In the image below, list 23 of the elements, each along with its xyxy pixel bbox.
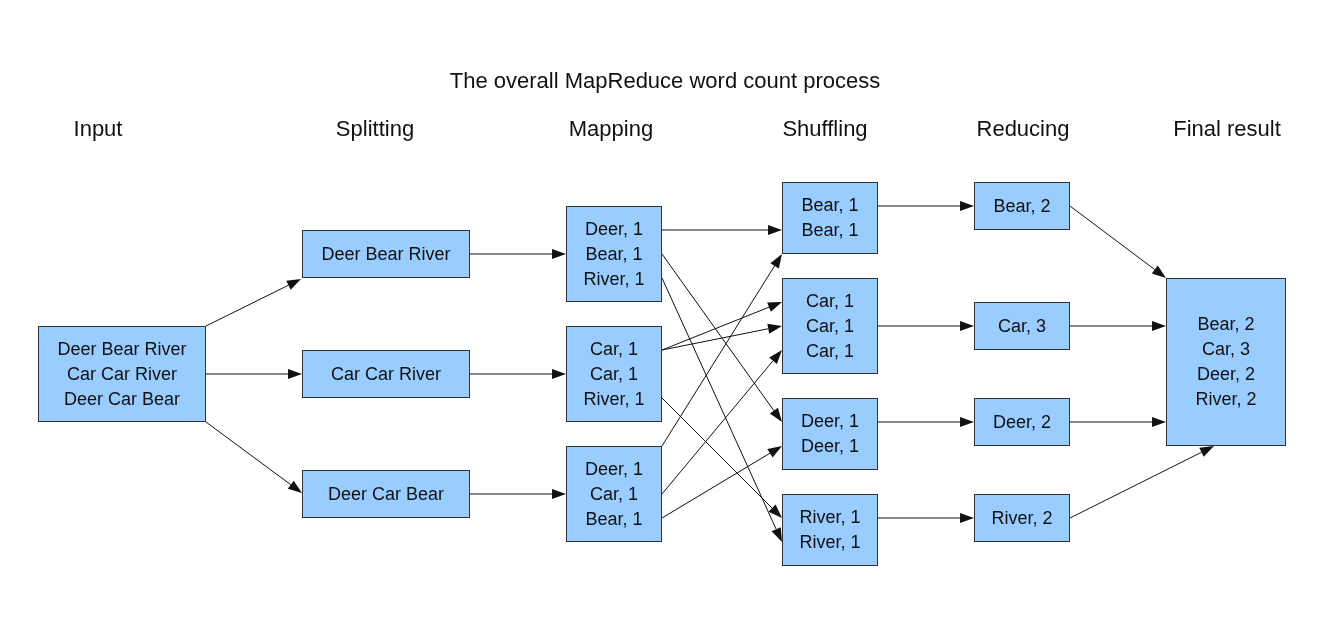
node-box: Car, 3	[974, 302, 1070, 350]
node-box: Bear, 2 Car, 3 Deer, 2 River, 2	[1166, 278, 1286, 446]
node-box: Deer, 2	[974, 398, 1070, 446]
node-box: Deer Bear River Car Car River Deer Car Bear	[38, 326, 206, 422]
node-box: Deer Bear River	[302, 230, 470, 278]
node-box: Bear, 1 Bear, 1	[782, 182, 878, 254]
diagram-title: The overall MapReduce word count process	[448, 68, 882, 94]
node-box: Deer, 1 Bear, 1 River, 1	[566, 206, 662, 302]
node-box: Deer Car Bear	[302, 470, 470, 518]
column-heading: Mapping	[567, 116, 655, 142]
node-box: Car, 1 Car, 1 River, 1	[566, 326, 662, 422]
column-heading: Shuffling	[781, 116, 869, 142]
column-heading: Final result	[1172, 116, 1282, 142]
column-heading: Reducing	[975, 116, 1071, 142]
node-box: River, 1 River, 1	[782, 494, 878, 566]
node-box: Deer, 1 Car, 1 Bear, 1	[566, 446, 662, 542]
column-heading: Input	[72, 116, 124, 142]
node-box: Car, 1 Car, 1 Car, 1	[782, 278, 878, 374]
node-box: Car Car River	[302, 350, 470, 398]
node-box: River, 2	[974, 494, 1070, 542]
node-box: Bear, 2	[974, 182, 1070, 230]
node-box: Deer, 1 Deer, 1	[782, 398, 878, 470]
column-heading: Splitting	[334, 116, 416, 142]
